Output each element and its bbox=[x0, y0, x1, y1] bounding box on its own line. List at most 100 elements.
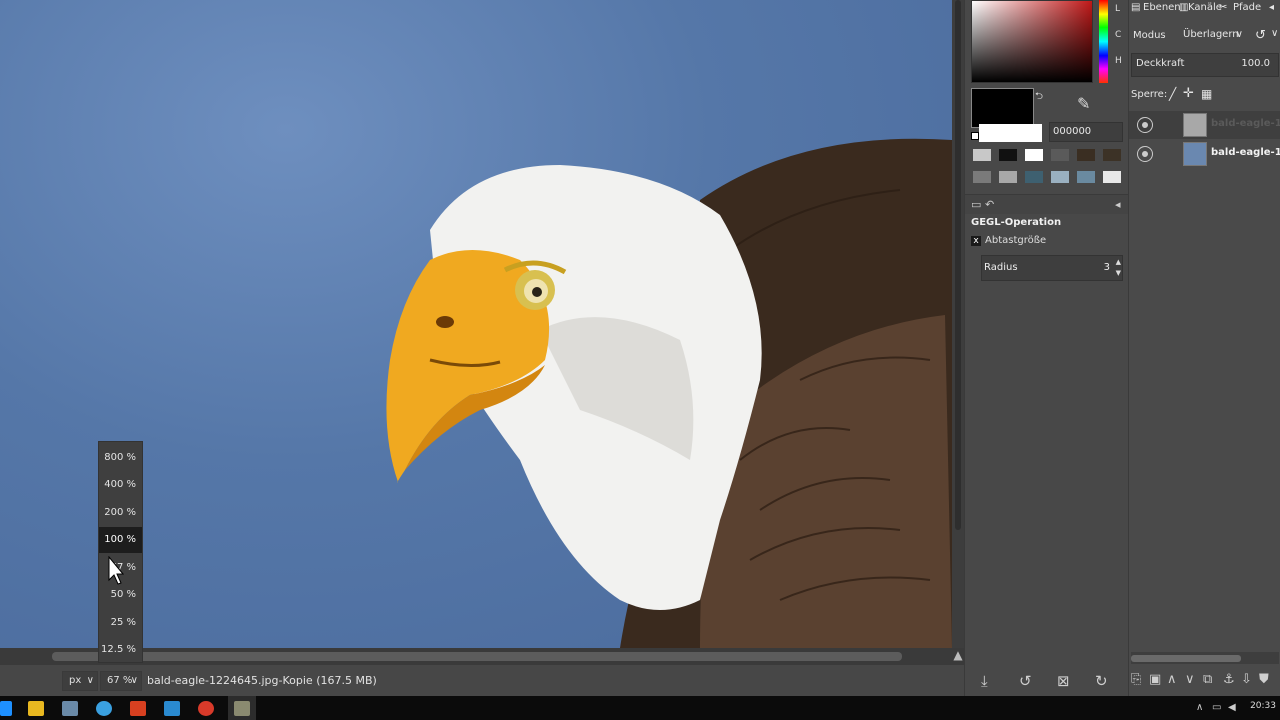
store-icon[interactable] bbox=[62, 701, 78, 716]
lock-pixels-icon[interactable]: ╱ bbox=[1169, 87, 1176, 101]
volume-icon[interactable]: ◀ bbox=[1228, 702, 1236, 713]
undo-history-tab-icon[interactable]: ↶ bbox=[985, 198, 994, 211]
foreground-color-swatch[interactable] bbox=[971, 88, 1034, 128]
radius-value: 3 bbox=[1103, 262, 1110, 273]
merge-down-icon[interactable]: ⇩ bbox=[1241, 672, 1252, 687]
zoom-option[interactable]: 800 % bbox=[99, 445, 142, 471]
taskbar-clock[interactable]: 20:33 bbox=[1250, 701, 1276, 711]
dock-menu-icon[interactable]: ◂ bbox=[1269, 2, 1274, 13]
palette-swatch[interactable] bbox=[1051, 149, 1069, 161]
anchor-layer-icon[interactable]: ⚓ bbox=[1223, 672, 1235, 687]
lch-label-l[interactable]: L bbox=[1115, 4, 1120, 14]
image-status-text: bald-eagle-1224645.jpg-Kopie (167.5 MB) bbox=[147, 674, 377, 687]
status-bar: px ∨ 67 % ∨ bald-eagle-1224645.jpg-Kopie… bbox=[0, 664, 964, 696]
tab-paths[interactable]: Pfade bbox=[1233, 2, 1261, 13]
new-layer-group-icon[interactable]: ▣ bbox=[1149, 672, 1161, 687]
layer-row[interactable]: bald-eagle-1224645 bbox=[1129, 140, 1280, 168]
layer-thumbnail bbox=[1183, 142, 1207, 166]
palette-swatch[interactable] bbox=[1103, 149, 1121, 161]
zoom-option[interactable]: 400 % bbox=[99, 472, 142, 498]
mode-reset-icon[interactable]: ↺ bbox=[1255, 28, 1266, 43]
radius-spin-field[interactable]: Radius 3 ▲ ▼ bbox=[981, 255, 1123, 281]
save-preset-icon[interactable]: ⤓ bbox=[981, 672, 988, 690]
file-explorer-icon[interactable] bbox=[28, 701, 44, 716]
zoom-option[interactable]: 25 % bbox=[99, 610, 142, 636]
hex-color-input[interactable]: 000000 bbox=[1049, 122, 1123, 142]
colors-tool-options-dock: L C H ⮌ ✎ 000000 ▭ ↶ ◂ GEGL-Operation xA… bbox=[964, 0, 1129, 696]
canvas-vertical-scrollbar[interactable] bbox=[952, 0, 964, 648]
raise-layer-icon[interactable]: ∧ bbox=[1167, 672, 1177, 687]
mode-label: Modus bbox=[1133, 30, 1166, 41]
ie-icon[interactable] bbox=[96, 701, 112, 716]
visibility-eye-icon[interactable] bbox=[1137, 117, 1153, 133]
color-area[interactable] bbox=[971, 0, 1093, 83]
restore-preset-icon[interactable]: ↺ bbox=[1019, 672, 1032, 690]
layers-horizontal-scrollbar[interactable] bbox=[1131, 652, 1279, 664]
layer-name[interactable]: bald-eagle-1224645 bbox=[1211, 147, 1280, 158]
sample-size-label: Abtastgröße bbox=[985, 235, 1047, 246]
opacity-label: Deckkraft bbox=[1136, 58, 1185, 69]
zoom-option[interactable]: 12.5 % bbox=[99, 637, 142, 663]
tab-channels[interactable]: Kanäle bbox=[1188, 2, 1222, 13]
layer-name[interactable]: bald-eagle-1224645 bbox=[1211, 118, 1280, 129]
mask-icon[interactable]: ⛊ bbox=[1259, 672, 1269, 687]
opacity-value: 100.0 bbox=[1241, 58, 1270, 69]
delete-preset-icon[interactable]: ⊠ bbox=[1057, 672, 1070, 690]
tab-layers[interactable]: Ebenen bbox=[1143, 2, 1181, 13]
palette-swatch[interactable] bbox=[999, 149, 1017, 161]
reset-colors-icon[interactable] bbox=[971, 132, 979, 140]
unit-value: px bbox=[69, 675, 82, 686]
navigate-icon[interactable]: ▲ bbox=[952, 648, 964, 664]
lch-label-h[interactable]: H bbox=[1115, 56, 1122, 66]
sample-size-option[interactable]: x Abtastgröße bbox=[971, 235, 1046, 246]
new-layer-icon[interactable]: ⎘ bbox=[1131, 672, 1141, 687]
lock-position-icon[interactable]: ✛ bbox=[1183, 86, 1194, 101]
office-icon[interactable] bbox=[130, 701, 146, 716]
palette-swatch[interactable] bbox=[1077, 171, 1095, 183]
palette-swatch[interactable] bbox=[1103, 171, 1121, 183]
unit-select[interactable]: px ∨ bbox=[62, 671, 98, 691]
visibility-eye-icon[interactable] bbox=[1137, 146, 1153, 162]
app-icon[interactable] bbox=[164, 701, 180, 716]
lock-alpha-icon[interactable]: ▦ bbox=[1201, 87, 1212, 101]
tray-chevron-icon[interactable]: ∧ bbox=[1196, 702, 1203, 713]
swap-colors-icon[interactable]: ⮌ bbox=[1035, 89, 1043, 106]
tool-options-title: GEGL-Operation bbox=[971, 217, 1062, 228]
chrome-icon[interactable] bbox=[198, 701, 214, 716]
palette-swatch[interactable] bbox=[973, 149, 991, 161]
tool-options-tab-strip: ▭ ↶ ◂ bbox=[965, 194, 1129, 214]
tool-options-tab-icon[interactable]: ▭ bbox=[971, 198, 981, 211]
reset-icon[interactable]: ↻ bbox=[1095, 672, 1108, 690]
network-icon[interactable]: ▭ bbox=[1212, 702, 1221, 713]
palette-swatch[interactable] bbox=[999, 171, 1017, 183]
color-picker-icon[interactable]: ✎ bbox=[1077, 94, 1090, 113]
zoom-select[interactable]: 67 % ∨ bbox=[100, 671, 142, 691]
zoom-option-selected[interactable]: 100 % bbox=[99, 527, 142, 553]
zoom-option[interactable]: 200 % bbox=[99, 500, 142, 526]
hue-slider[interactable] bbox=[1099, 0, 1108, 83]
duplicate-layer-icon[interactable]: ⧉ bbox=[1203, 672, 1212, 687]
layer-thumbnail bbox=[1183, 113, 1207, 137]
layer-row[interactable]: bald-eagle-1224645 bbox=[1129, 111, 1280, 139]
opacity-field[interactable]: Deckkraft 100.0 bbox=[1131, 53, 1279, 77]
close-icon[interactable]: x bbox=[971, 236, 981, 246]
mode-select[interactable]: Überlagern ∨ bbox=[1179, 25, 1245, 47]
mode-value: Überlagern bbox=[1183, 29, 1239, 40]
palette-swatch[interactable] bbox=[973, 171, 991, 183]
windows-taskbar: ∧ ▭ ◀ 20:33 bbox=[0, 696, 1280, 720]
palette-swatch[interactable] bbox=[1077, 149, 1095, 161]
windows-start-icon[interactable] bbox=[0, 701, 12, 716]
palette-swatch[interactable] bbox=[1051, 171, 1069, 183]
chevron-down-icon[interactable]: ∨ bbox=[1271, 28, 1278, 39]
dock-menu-icon[interactable]: ◂ bbox=[1115, 198, 1121, 211]
lower-layer-icon[interactable]: ∨ bbox=[1185, 672, 1195, 687]
zoom-value: 67 % bbox=[107, 675, 133, 686]
lch-label-c[interactable]: C bbox=[1115, 30, 1121, 40]
spin-arrows-icon[interactable]: ▲ ▼ bbox=[1116, 257, 1121, 279]
background-color-swatch[interactable] bbox=[979, 124, 1042, 142]
layers-dock: ▤ Ebenen ▥ Kanäle ✂ Pfade ◂ Modus Überla… bbox=[1128, 0, 1280, 696]
canvas-horizontal-scrollbar[interactable] bbox=[0, 648, 964, 664]
lock-label: Sperre: bbox=[1131, 89, 1168, 100]
palette-swatch[interactable] bbox=[1025, 149, 1043, 161]
palette-swatch[interactable] bbox=[1025, 171, 1043, 183]
